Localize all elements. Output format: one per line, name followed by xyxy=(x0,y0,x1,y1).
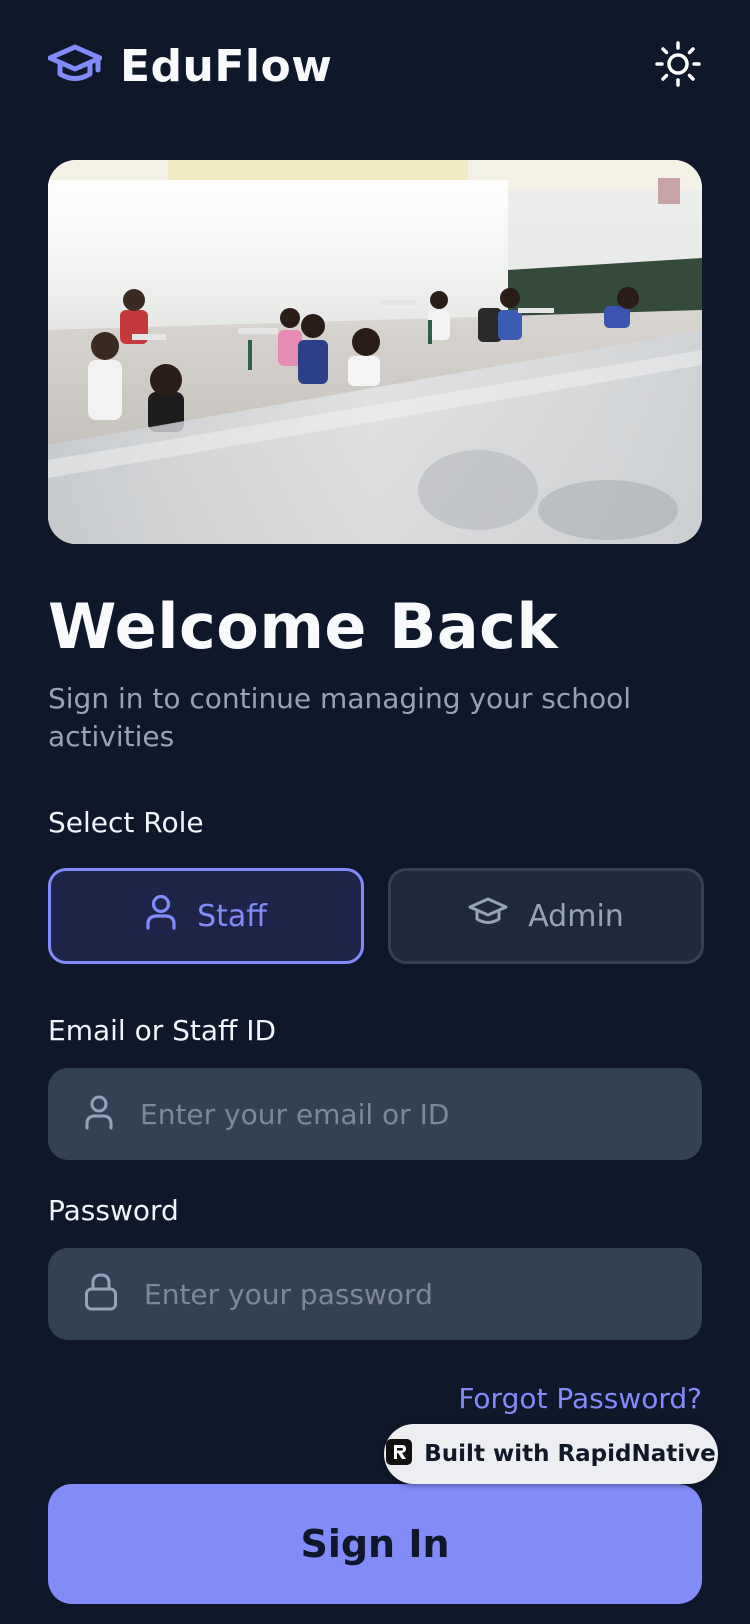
role-label: Select Role xyxy=(48,806,204,839)
graduation-cap-icon xyxy=(468,895,508,937)
header: EduFlow xyxy=(47,36,702,96)
forgot-password-link[interactable]: Forgot Password? xyxy=(458,1382,702,1415)
page-subtitle: Sign in to continue managing your school… xyxy=(48,682,631,753)
theme-toggle-button[interactable] xyxy=(654,41,702,91)
email-input[interactable] xyxy=(140,1068,702,1160)
app-name: EduFlow xyxy=(120,40,333,92)
user-icon xyxy=(145,894,177,938)
password-field-container xyxy=(48,1248,702,1340)
rapidnative-logo-icon xyxy=(386,1439,413,1469)
role-admin-button[interactable]: Admin xyxy=(388,868,704,964)
role-staff-label: Staff xyxy=(197,898,267,934)
email-field-container xyxy=(48,1068,702,1160)
email-label: Email or Staff ID xyxy=(48,1014,277,1047)
page-title: Welcome Back xyxy=(48,590,559,663)
role-admin-label: Admin xyxy=(528,898,624,934)
password-input[interactable] xyxy=(144,1248,702,1340)
graduation-cap-icon xyxy=(47,41,103,91)
user-icon xyxy=(84,1094,114,1134)
sign-in-button[interactable]: Sign In xyxy=(48,1484,702,1604)
hero-image xyxy=(48,160,702,544)
lock-icon xyxy=(84,1272,118,1316)
login-screen: EduFlow Welcome Back Sign in to continue… xyxy=(0,0,750,1624)
password-label: Password xyxy=(48,1194,179,1227)
sun-icon xyxy=(655,41,701,91)
built-with-badge[interactable]: Built with RapidNative xyxy=(384,1424,718,1484)
brand: EduFlow xyxy=(47,40,333,92)
role-staff-button[interactable]: Staff xyxy=(48,868,364,964)
badge-label: Built with RapidNative xyxy=(424,1441,716,1467)
